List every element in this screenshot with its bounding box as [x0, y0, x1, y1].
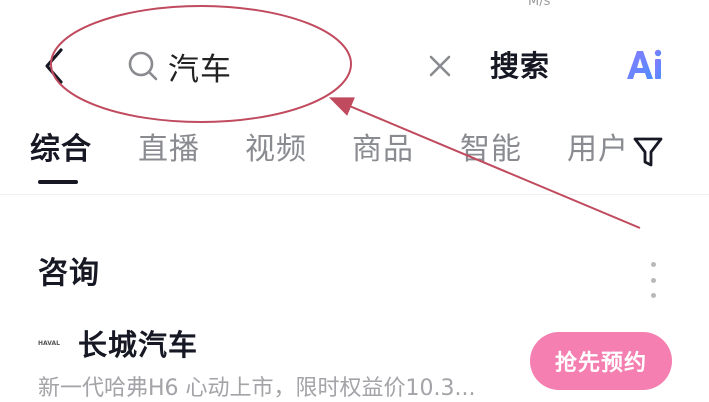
haval-logo: HAVAL: [38, 340, 60, 347]
tab-divider: [0, 194, 709, 195]
more-vertical-icon: [650, 262, 656, 298]
ad-brand-name[interactable]: 长城汽车: [78, 322, 198, 364]
search-button[interactable]: 搜索: [490, 40, 550, 92]
search-input[interactable]: 汽车: [82, 36, 382, 96]
tab-smart[interactable]: 智能: [460, 122, 522, 178]
tab-products[interactable]: 商品: [352, 122, 414, 178]
filter-button[interactable]: [628, 130, 668, 174]
tab-video[interactable]: 视频: [245, 122, 307, 178]
tab-users[interactable]: 用户: [567, 122, 629, 178]
active-tab-indicator: [38, 180, 78, 184]
ad-description[interactable]: 新一代哈弗H6 心动上市，限时权益价10.3...: [38, 370, 476, 402]
close-icon: [429, 55, 451, 77]
back-button[interactable]: [30, 40, 78, 92]
filter-icon: [633, 137, 663, 167]
section-title: 咨询: [38, 256, 100, 291]
ai-icon: [627, 49, 662, 79]
search-query-text: 汽车: [168, 51, 232, 88]
more-options-button[interactable]: [640, 262, 666, 298]
search-icon: [128, 51, 158, 81]
reserve-button[interactable]: 抢先预约: [530, 332, 672, 390]
ai-button[interactable]: [620, 40, 668, 90]
tab-comprehensive[interactable]: 综合: [30, 122, 92, 178]
svg-text:HAVAL: HAVAL: [38, 340, 60, 347]
clear-search-button[interactable]: [418, 44, 462, 88]
status-bar-remnant: M/s: [528, 0, 551, 9]
tab-live[interactable]: 直播: [138, 122, 200, 178]
back-arrow-icon: [45, 48, 63, 84]
